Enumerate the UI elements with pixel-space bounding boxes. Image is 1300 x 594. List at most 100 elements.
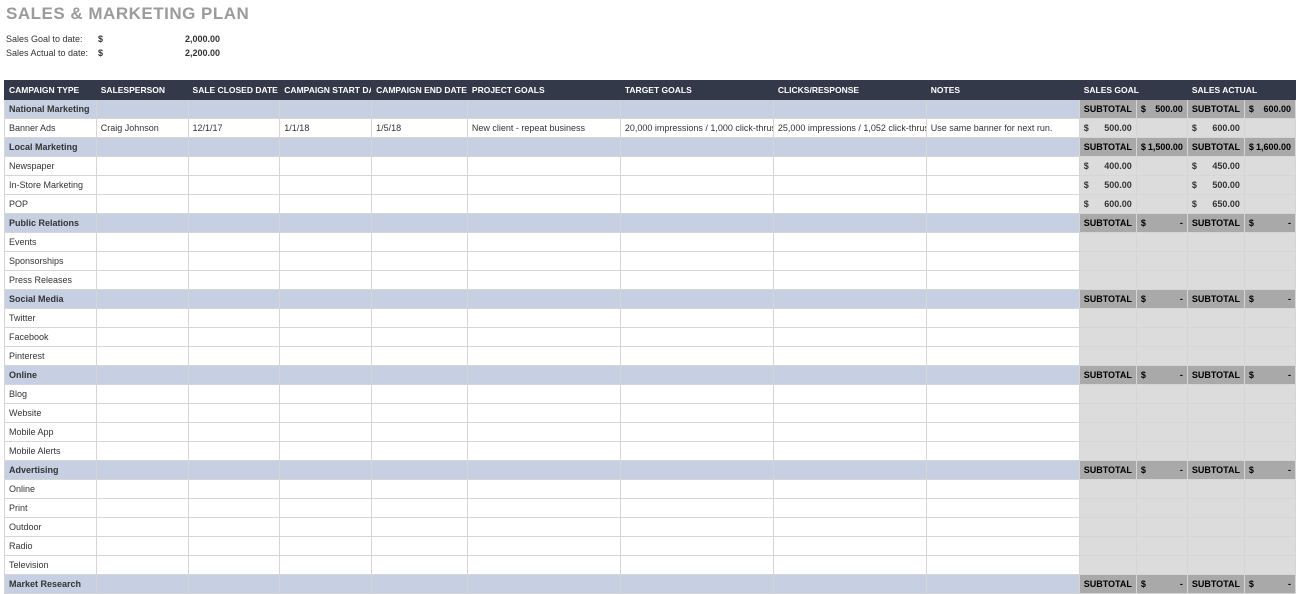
- cell-campaign-start[interactable]: [280, 157, 372, 176]
- cell-sales-actual-blank[interactable]: [1244, 309, 1295, 328]
- cell-notes[interactable]: [926, 100, 1079, 119]
- cell-sale-closed[interactable]: [188, 575, 280, 594]
- cell-sales-goal-blank[interactable]: [1136, 233, 1187, 252]
- cell-campaign-end[interactable]: [372, 518, 468, 537]
- cell-campaign-end[interactable]: [372, 252, 468, 271]
- cell-salesperson[interactable]: [96, 347, 188, 366]
- cell-campaign-start[interactable]: [280, 423, 372, 442]
- cell-salesperson[interactable]: [96, 328, 188, 347]
- cell-project-goals[interactable]: [467, 575, 620, 594]
- cell-sales-actual-label[interactable]: [1187, 442, 1244, 461]
- cell-sales-goal-blank[interactable]: [1136, 404, 1187, 423]
- cell-clicks-response[interactable]: 25,000 impressions / 1,052 click-thrus: [773, 119, 926, 138]
- cell-project-goals[interactable]: [467, 385, 620, 404]
- cell-campaign-type[interactable]: Public Relations: [5, 214, 97, 233]
- cell-clicks-response[interactable]: [773, 138, 926, 157]
- cell-sales-actual-blank[interactable]: [1244, 537, 1295, 556]
- cell-project-goals[interactable]: [467, 100, 620, 119]
- cell-target-goals[interactable]: [620, 518, 773, 537]
- cell-notes[interactable]: [926, 404, 1079, 423]
- cell-salesperson[interactable]: [96, 290, 188, 309]
- cell-clicks-response[interactable]: [773, 366, 926, 385]
- cell-campaign-start[interactable]: [280, 575, 372, 594]
- cell-target-goals[interactable]: [620, 214, 773, 233]
- cell-sales-actual-blank[interactable]: [1244, 556, 1295, 575]
- cell-campaign-start[interactable]: [280, 176, 372, 195]
- cell-clicks-response[interactable]: [773, 290, 926, 309]
- cell-sales-goal-blank[interactable]: [1136, 176, 1187, 195]
- cell-project-goals[interactable]: [467, 328, 620, 347]
- cell-campaign-start[interactable]: [280, 556, 372, 575]
- cell-sales-goal-blank[interactable]: [1136, 385, 1187, 404]
- cell-campaign-type[interactable]: Events: [5, 233, 97, 252]
- cell-project-goals[interactable]: [467, 195, 620, 214]
- cell-campaign-start[interactable]: [280, 214, 372, 233]
- cell-salesperson[interactable]: [96, 100, 188, 119]
- cell-clicks-response[interactable]: [773, 214, 926, 233]
- cell-campaign-end[interactable]: [372, 195, 468, 214]
- cell-sales-goal-label[interactable]: [1079, 252, 1136, 271]
- cell-clicks-response[interactable]: [773, 442, 926, 461]
- cell-target-goals[interactable]: [620, 271, 773, 290]
- cell-campaign-start[interactable]: [280, 442, 372, 461]
- cell-clicks-response[interactable]: [773, 252, 926, 271]
- cell-sales-goal-blank[interactable]: [1136, 556, 1187, 575]
- cell-target-goals[interactable]: 20,000 impressions / 1,000 click-thrus: [620, 119, 773, 138]
- cell-notes[interactable]: [926, 290, 1079, 309]
- cell-sales-goal-label[interactable]: [1079, 404, 1136, 423]
- cell-target-goals[interactable]: [620, 385, 773, 404]
- cell-sales-actual-blank[interactable]: [1244, 195, 1295, 214]
- cell-notes[interactable]: [926, 480, 1079, 499]
- cell-notes[interactable]: [926, 537, 1079, 556]
- cell-clicks-response[interactable]: [773, 537, 926, 556]
- cell-salesperson[interactable]: [96, 404, 188, 423]
- cell-campaign-type[interactable]: POP: [5, 195, 97, 214]
- cell-clicks-response[interactable]: [773, 385, 926, 404]
- cell-sales-actual-blank[interactable]: [1244, 176, 1295, 195]
- cell-target-goals[interactable]: [620, 575, 773, 594]
- cell-sale-closed[interactable]: [188, 271, 280, 290]
- cell-notes[interactable]: [926, 233, 1079, 252]
- cell-campaign-end[interactable]: [372, 309, 468, 328]
- cell-campaign-type[interactable]: Facebook: [5, 328, 97, 347]
- cell-sales-actual-label[interactable]: [1187, 404, 1244, 423]
- cell-notes[interactable]: [926, 385, 1079, 404]
- cell-campaign-type[interactable]: Blog: [5, 385, 97, 404]
- cell-sales-actual-label[interactable]: [1187, 328, 1244, 347]
- cell-campaign-type[interactable]: Mobile Alerts: [5, 442, 97, 461]
- cell-sales-goal-label[interactable]: [1079, 537, 1136, 556]
- cell-salesperson[interactable]: [96, 461, 188, 480]
- cell-target-goals[interactable]: [620, 461, 773, 480]
- cell-campaign-start[interactable]: [280, 518, 372, 537]
- cell-salesperson[interactable]: [96, 271, 188, 290]
- cell-salesperson[interactable]: [96, 176, 188, 195]
- cell-salesperson[interactable]: [96, 385, 188, 404]
- cell-project-goals[interactable]: [467, 252, 620, 271]
- cell-campaign-start[interactable]: [280, 480, 372, 499]
- cell-sales-goal-blank[interactable]: [1136, 195, 1187, 214]
- cell-clicks-response[interactable]: [773, 328, 926, 347]
- cell-notes[interactable]: [926, 328, 1079, 347]
- cell-notes[interactable]: [926, 575, 1079, 594]
- cell-sales-actual-label[interactable]: [1187, 499, 1244, 518]
- cell-salesperson[interactable]: [96, 537, 188, 556]
- cell-sale-closed[interactable]: [188, 556, 280, 575]
- cell-sales-goal-blank[interactable]: [1136, 442, 1187, 461]
- cell-sales-actual-label[interactable]: $500.00: [1187, 176, 1244, 195]
- cell-campaign-type[interactable]: Press Releases: [5, 271, 97, 290]
- cell-campaign-end[interactable]: [372, 214, 468, 233]
- cell-sales-goal-blank[interactable]: [1136, 119, 1187, 138]
- cell-campaign-end[interactable]: [372, 138, 468, 157]
- cell-campaign-end[interactable]: [372, 442, 468, 461]
- cell-campaign-end[interactable]: 1/5/18: [372, 119, 468, 138]
- cell-salesperson[interactable]: [96, 252, 188, 271]
- cell-sale-closed[interactable]: [188, 404, 280, 423]
- cell-sales-goal-label[interactable]: [1079, 328, 1136, 347]
- cell-clicks-response[interactable]: [773, 461, 926, 480]
- cell-sales-goal-blank[interactable]: [1136, 252, 1187, 271]
- cell-sales-actual-blank[interactable]: [1244, 442, 1295, 461]
- cell-clicks-response[interactable]: [773, 480, 926, 499]
- cell-sales-goal-label[interactable]: [1079, 499, 1136, 518]
- cell-campaign-type[interactable]: Mobile App: [5, 423, 97, 442]
- cell-sale-closed[interactable]: [188, 252, 280, 271]
